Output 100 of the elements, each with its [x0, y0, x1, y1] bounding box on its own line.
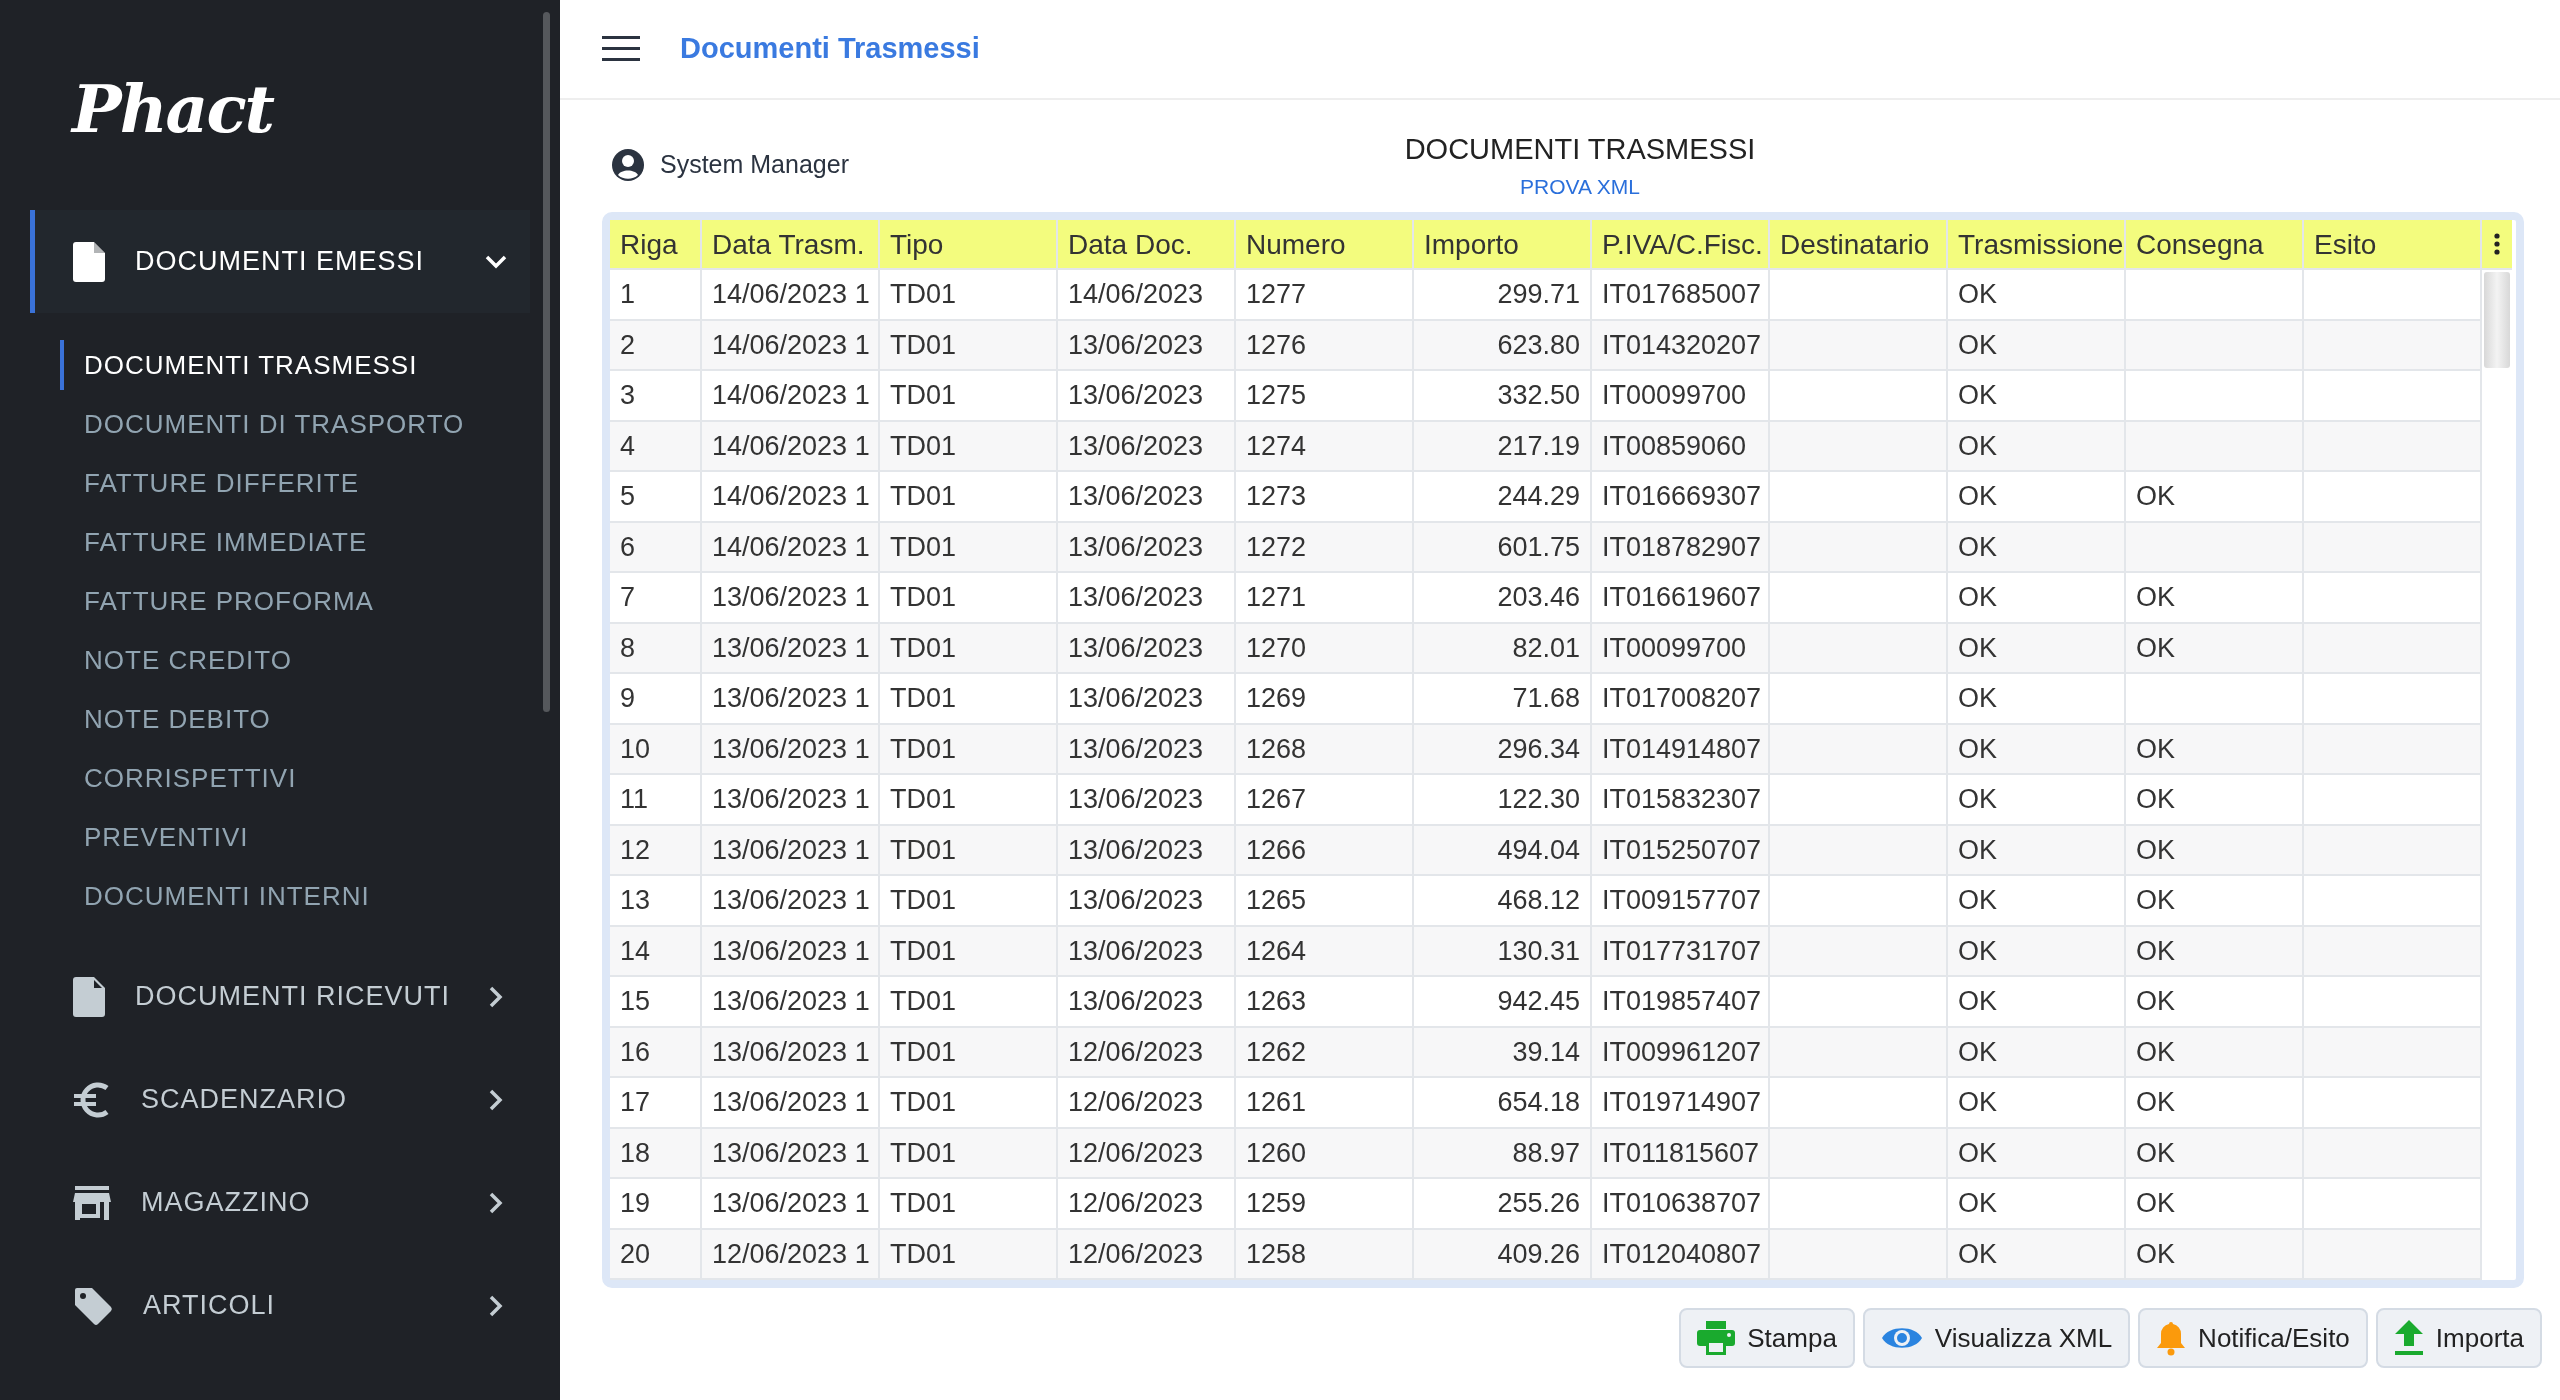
table-cell: 1258	[1236, 1229, 1414, 1280]
menu-icon[interactable]	[602, 36, 640, 62]
table-cell: TD01	[880, 623, 1058, 674]
table-cell: TD01	[880, 1229, 1058, 1280]
table-cell: 88.97	[1414, 1128, 1592, 1179]
table-cell: 12/06/2023 1	[702, 1229, 880, 1280]
chevron-right-icon	[488, 984, 504, 1009]
table-cell: OK	[2126, 1128, 2304, 1179]
action-button[interactable]: Stampa	[1679, 1308, 1855, 1368]
table-cell: 13/06/2023 1	[702, 1128, 880, 1179]
sidebar-group[interactable]: DOCUMENTI RICEVUTI	[30, 945, 530, 1048]
table-cell: 6	[610, 522, 702, 573]
table-cell: 130.31	[1414, 926, 1592, 977]
sidebar-item[interactable]: NOTE CREDITO	[60, 635, 560, 685]
table-cell: 13/06/2023	[1058, 320, 1236, 371]
sidebar-item[interactable]: FATTURE IMMEDIATE	[60, 517, 560, 567]
column-header[interactable]: Esito	[2304, 220, 2482, 270]
table-cell: 1262	[1236, 1027, 1414, 1078]
document-icon	[73, 976, 105, 1017]
column-header[interactable]: P.IVA/C.Fisc.	[1592, 220, 1770, 270]
column-header[interactable]: Numero	[1236, 220, 1414, 270]
column-header[interactable]: Tipo	[880, 220, 1058, 270]
sidebar-item[interactable]: DOCUMENTI TRASMESSI	[60, 340, 560, 390]
sidebar-item[interactable]: PREVENTIVI	[60, 812, 560, 862]
table-cell: 4	[610, 421, 702, 472]
column-header[interactable]: Consegna	[2126, 220, 2304, 270]
table-cell: 10	[610, 724, 702, 775]
chevron-right-icon	[488, 1190, 504, 1215]
table-cell: OK	[2126, 1027, 2304, 1078]
table-cell: OK	[1948, 320, 2126, 371]
table-cell: 12/06/2023	[1058, 1027, 1236, 1078]
sidebar-item[interactable]: FATTURE DIFFERITE	[60, 458, 560, 508]
sidebar-group[interactable]: SCADENZARIO	[30, 1048, 530, 1151]
printer-icon	[1697, 1321, 1736, 1355]
table-cell: IT00859060	[1592, 421, 1770, 472]
table-cell: 1266	[1236, 825, 1414, 876]
sidebar-item[interactable]: NOTE DEBITO	[60, 694, 560, 744]
column-header[interactable]: Importo	[1414, 220, 1592, 270]
table-cell: OK	[1948, 926, 2126, 977]
table-cell: TD01	[880, 1027, 1058, 1078]
document-icon	[73, 241, 105, 282]
table-cell: TD01	[880, 320, 1058, 371]
table-cell: IT014914807	[1592, 724, 1770, 775]
sidebar-group[interactable]: MAGAZZINO	[30, 1151, 530, 1254]
sidebar-scrollbar[interactable]	[543, 12, 550, 712]
action-button[interactable]: Visualizza XML	[1862, 1308, 2131, 1368]
table-cell: 1276	[1236, 320, 1414, 371]
table-cell: TD01	[880, 421, 1058, 472]
user-name: System Manager	[660, 149, 849, 181]
table-cell: 494.04	[1414, 825, 1592, 876]
table-cell: OK	[1948, 623, 2126, 674]
action-button[interactable]: Importa	[2375, 1308, 2542, 1368]
table-cell: IT012040807	[1592, 1229, 1770, 1280]
store-icon	[73, 1185, 111, 1220]
table-cell: 12/06/2023	[1058, 1229, 1236, 1280]
table-cell: 8	[610, 623, 702, 674]
chevron-right-icon	[488, 1293, 504, 1318]
table-cell: 1260	[1236, 1128, 1414, 1179]
table-cell: OK	[1948, 1027, 2126, 1078]
table-cell: 82.01	[1414, 623, 1592, 674]
column-header[interactable]: Trasmissione	[1948, 220, 2126, 270]
page-subtitle: PROVA XML	[1520, 174, 1640, 200]
table-cell: IT018782907	[1592, 522, 1770, 573]
table-cell: 601.75	[1414, 522, 1592, 573]
table-cell: OK	[1948, 825, 2126, 876]
chevron-down-icon	[484, 253, 508, 270]
table-cell: TD01	[880, 1128, 1058, 1179]
table-cell: 20	[610, 1229, 702, 1280]
table-cell: 12	[610, 825, 702, 876]
table-cell: 13/06/2023	[1058, 825, 1236, 876]
table-cell: OK	[2126, 825, 2304, 876]
table-cell: 13/06/2023 1	[702, 623, 880, 674]
column-header[interactable]: Data Trasm.	[702, 220, 880, 270]
table-cell: TD01	[880, 926, 1058, 977]
table-cell: IT011815607	[1592, 1128, 1770, 1179]
table-cell: OK	[2126, 1229, 2304, 1280]
table-cell: 13/06/2023 1	[702, 825, 880, 876]
logo: Phact	[69, 69, 274, 150]
table-cell: 14/06/2023 1	[702, 522, 880, 573]
table-cell: 39.14	[1414, 1027, 1592, 1078]
column-header[interactable]: Data Doc.	[1058, 220, 1236, 270]
column-header[interactable]: Riga	[610, 220, 702, 270]
sidebar-item[interactable]: DOCUMENTI INTERNI	[60, 871, 560, 921]
table-cell: 1274	[1236, 421, 1414, 472]
table-cell: 18	[610, 1128, 702, 1179]
sidebar-group[interactable]: DOCUMENTI EMESSI	[30, 210, 530, 313]
sidebar-item[interactable]: CORRISPETTIVI	[60, 753, 560, 803]
table-cell: IT00099700	[1592, 623, 1770, 674]
table-cell: 13/06/2023	[1058, 724, 1236, 775]
column-header[interactable]: Destinatario	[1770, 220, 1948, 270]
action-button[interactable]: Notifica/Esito	[2138, 1308, 2368, 1368]
table-cell: OK	[1948, 522, 2126, 573]
table-cell: 13/06/2023 1	[702, 724, 880, 775]
more-options-icon[interactable]	[2494, 233, 2500, 255]
sidebar-item[interactable]: DOCUMENTI DI TRASPORTO	[60, 399, 560, 449]
table-cell: TD01	[880, 522, 1058, 573]
sidebar-group[interactable]: ARTICOLI	[30, 1254, 530, 1357]
table-cell: OK	[1948, 724, 2126, 775]
sidebar-item[interactable]: FATTURE PROFORMA	[60, 576, 560, 626]
table-cell: 16	[610, 1027, 702, 1078]
